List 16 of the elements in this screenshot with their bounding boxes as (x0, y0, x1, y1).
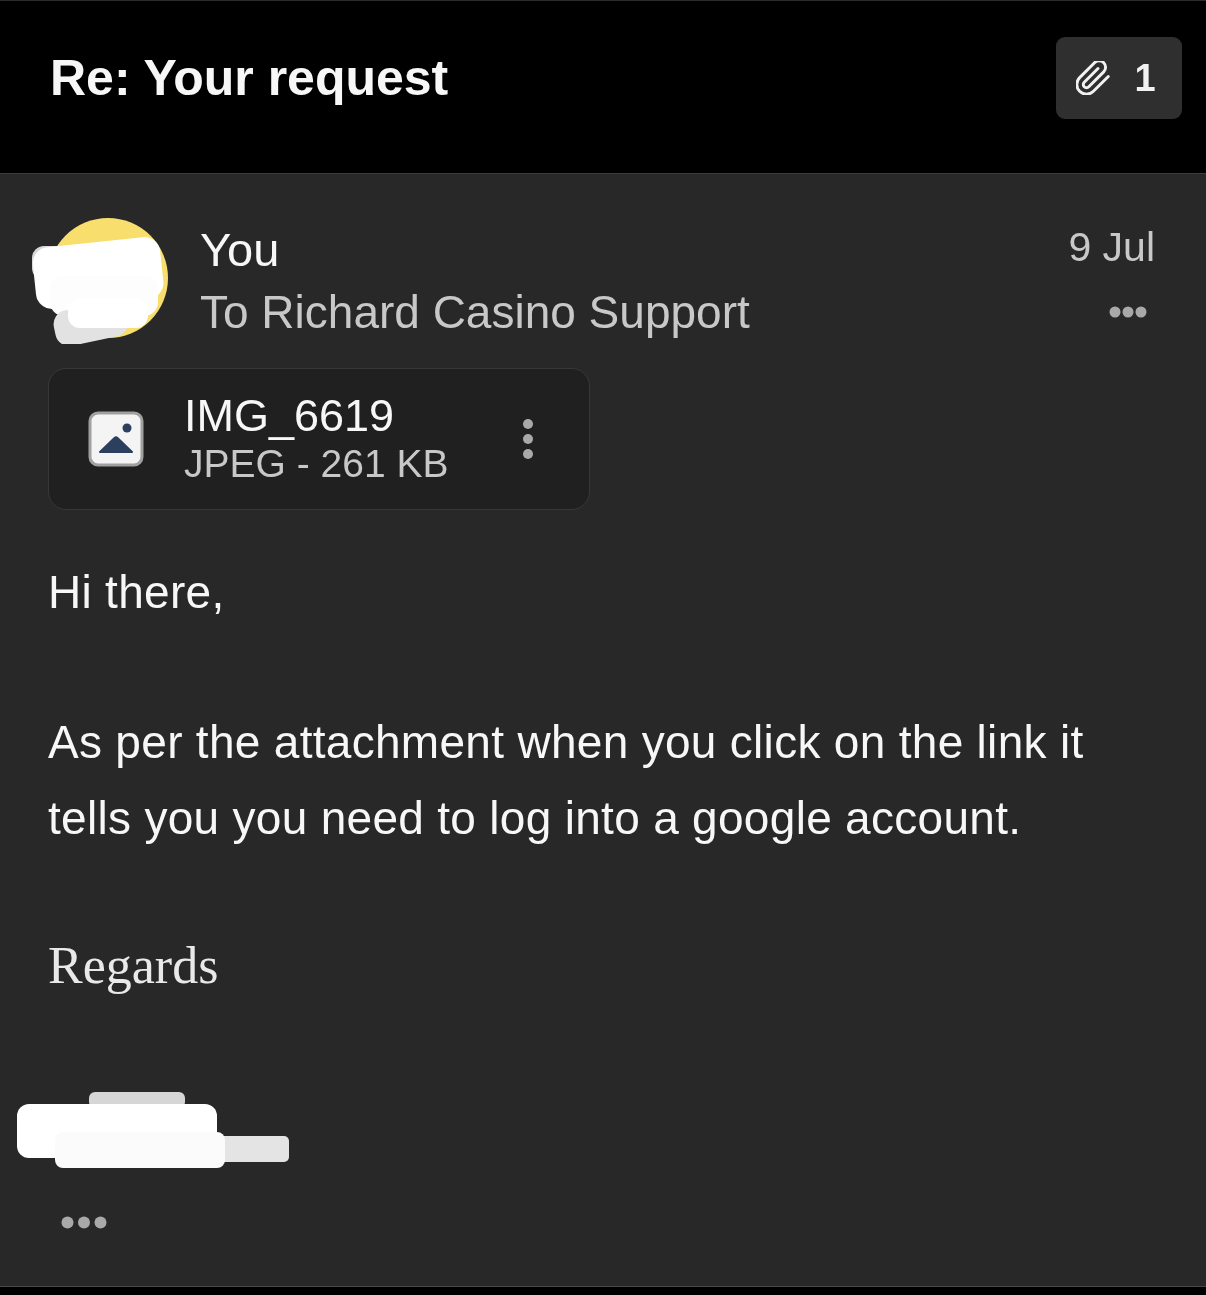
attachment-card[interactable]: IMG_6619 JPEG - 261 KB (48, 368, 590, 510)
body-paragraph: As per the attachment when you click on the link it tells you you need to log into a google account. (48, 715, 1085, 846)
recipients-text: To Richard Casino Support (200, 285, 750, 340)
body-paragraph: Hi there, (48, 565, 226, 620)
more-options-icon[interactable] (522, 418, 534, 460)
sender-name: You (200, 222, 281, 278)
image-file-icon (88, 411, 144, 467)
attachment-details: JPEG - 261 KB (184, 441, 449, 487)
attachments-button[interactable]: 1 (1056, 37, 1182, 119)
closing-text: Regards (48, 936, 219, 996)
more-icon[interactable] (1109, 306, 1147, 318)
attachment-name: IMG_6619 (184, 391, 396, 441)
show-more-icon[interactable] (61, 1216, 107, 1229)
email-subject: Re: Your request (50, 49, 449, 108)
message-date: 9 Jul (1068, 223, 1155, 271)
paperclip-icon (1076, 61, 1111, 95)
